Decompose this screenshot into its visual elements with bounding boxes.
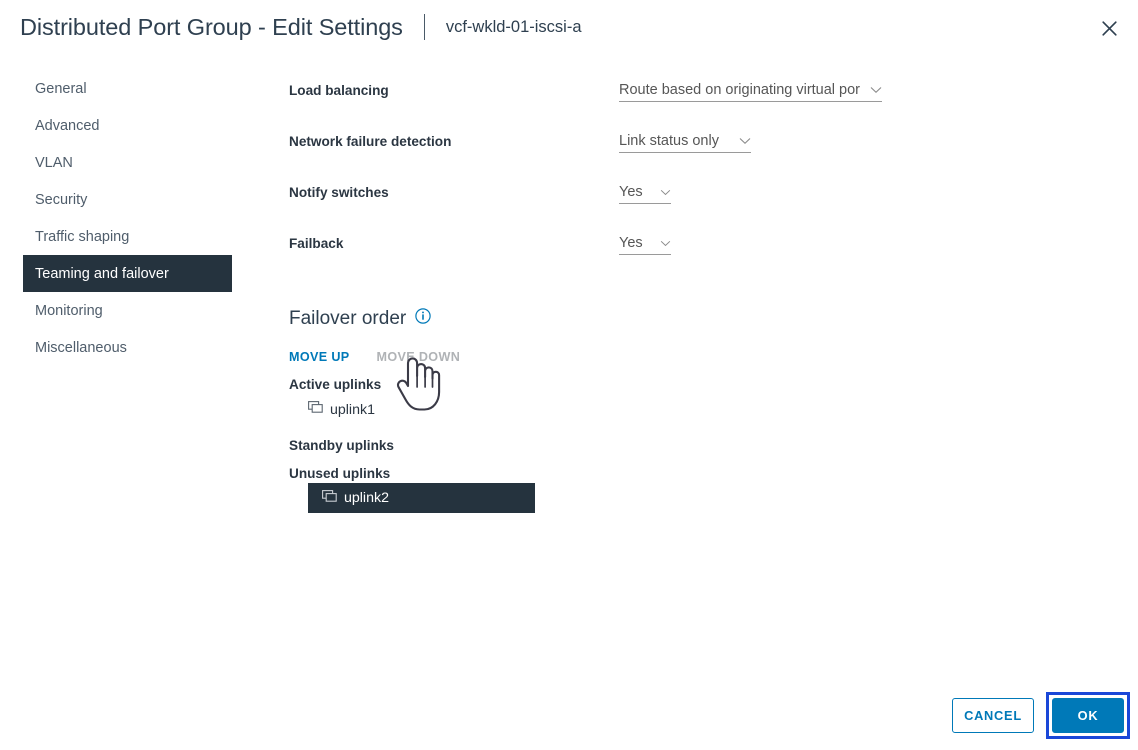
group-heading-standby-uplinks: Standby uplinks [289,438,394,453]
network-failure-detection-value: Link status only [619,132,719,149]
failback-value: Yes [619,234,643,251]
network-failure-detection-select[interactable]: Link status only [619,129,751,153]
load-balancing-label: Load balancing [289,83,389,98]
notify-switches-select[interactable]: Yes [619,180,671,204]
teaming-failover-form: Load balancing Route based on originatin… [289,78,989,282]
failover-move-toolbar: MOVE UP MOVE DOWN [289,350,849,364]
chevron-down-icon [870,81,882,99]
unused-uplinks-list: uplink2 [289,483,849,513]
failback-select[interactable]: Yes [619,231,671,255]
failover-order-title: Failover order [289,308,849,330]
form-row-notify-switches: Notify switches Yes [289,180,989,231]
move-down-button: MOVE DOWN [376,350,461,364]
modal-header: Distributed Port Group - Edit Settings v… [0,0,1138,54]
network-adapter-icon [322,489,337,507]
load-balancing-value: Route based on originating virtual por [619,81,861,98]
settings-sidebar: General Advanced VLAN Security Traffic s… [0,70,232,366]
group-heading-unused-uplinks: Unused uplinks [289,466,391,481]
sidebar-item-label: VLAN [35,154,73,171]
chevron-down-icon [660,183,671,201]
failback-label: Failback [289,236,344,251]
network-failure-detection-label: Network failure detection [289,134,452,149]
page-title: Distributed Port Group - Edit Settings [20,13,403,40]
sidebar-item-label: Security [35,191,88,208]
sidebar-item-miscellaneous[interactable]: Miscellaneous [0,329,232,366]
form-row-network-failure-detection: Network failure detection Link status on… [289,129,989,180]
sidebar-item-label: Advanced [35,117,100,134]
sidebar-item-label: Teaming and failover [35,265,169,282]
cancel-button[interactable]: CANCEL [952,698,1034,733]
sidebar-item-label: General [35,80,87,97]
sidebar-item-label: Monitoring [35,302,103,319]
failover-order-title-text: Failover order [289,308,407,329]
sidebar-item-monitoring[interactable]: Monitoring [0,292,232,329]
uplink-row[interactable]: uplink1 [289,394,849,425]
info-icon[interactable] [415,308,431,330]
active-uplinks-list: uplink1 [289,394,849,425]
uplink-name: uplink1 [330,401,375,418]
sidebar-item-vlan[interactable]: VLAN [0,144,232,181]
group-heading-active-uplinks: Active uplinks [289,377,382,392]
sidebar-item-advanced[interactable]: Advanced [0,107,232,144]
sidebar-item-teaming-and-failover[interactable]: Teaming and failover [23,255,232,292]
notify-switches-label: Notify switches [289,185,389,200]
sidebar-item-label: Traffic shaping [35,228,130,245]
uplink-row[interactable]: uplink2 [308,483,535,513]
load-balancing-select[interactable]: Route based on originating virtual por [619,78,882,102]
modal-footer: CANCEL OK [0,686,1138,750]
chevron-down-icon [739,132,751,150]
sidebar-item-traffic-shaping[interactable]: Traffic shaping [0,218,232,255]
failover-order-section: Failover order MOVE UP MOVE DOWN Active … [289,308,849,513]
close-button[interactable] [1094,13,1124,43]
sidebar-item-label: Miscellaneous [35,339,127,356]
move-up-button[interactable]: MOVE UP [289,350,350,364]
form-row-load-balancing: Load balancing Route based on originatin… [289,78,989,129]
form-row-failback: Failback Yes [289,231,989,282]
ok-button[interactable]: OK [1052,698,1124,733]
notify-switches-value: Yes [619,183,643,200]
network-adapter-icon [308,401,323,418]
uplink-name: uplink2 [344,490,389,506]
page-subtitle: vcf-wkld-01-iscsi-a [445,17,582,36]
close-icon [1101,20,1118,37]
sidebar-item-general[interactable]: General [0,70,232,107]
title-separator [423,14,425,40]
chevron-down-icon [660,234,671,252]
sidebar-item-security[interactable]: Security [0,181,232,218]
